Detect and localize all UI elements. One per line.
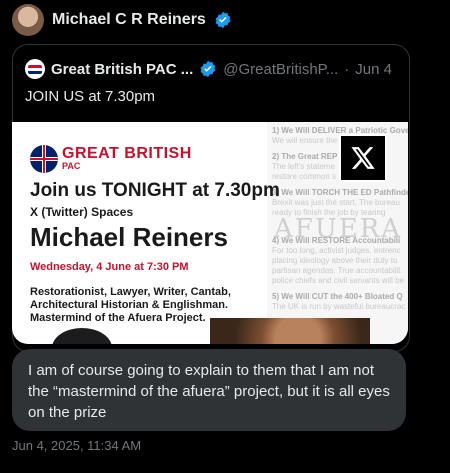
bg-line: Brexit was just the start. The bureau	[272, 198, 400, 207]
bg-line: 2) The Great REP	[272, 152, 338, 161]
promo-date: Wednesday, 4 June at 7:30 PM	[30, 261, 189, 273]
bg-line: For too long, activist judges, entrenc	[272, 246, 401, 255]
bg-line: 5) We Will CUT the 400+ Bloated Q	[272, 292, 403, 301]
bio-line: Architectural Historian & Englishman.	[30, 299, 229, 311]
verified-badge-icon	[215, 11, 231, 29]
promo-platform: X (Twitter) Spaces	[30, 205, 134, 219]
brand-sub: PAC	[62, 161, 81, 171]
promo-speaker: Michael Reiners	[30, 222, 228, 252]
promo-headline: Join us TONIGHT at 7.30pm	[30, 180, 280, 201]
quoted-post-text: JOIN US at 7.30pm	[25, 88, 156, 105]
bg-line: partisan agendas. True accountabilit	[272, 266, 401, 275]
author-avatar[interactable]	[12, 4, 44, 36]
quoted-verified-badge-icon	[200, 60, 216, 78]
bio-line: Restorationist, Lawyer, Writer, Cantab,	[30, 286, 231, 298]
quoted-author-handle[interactable]: @GreatBritishP...	[223, 61, 338, 78]
speaker-photo	[210, 318, 370, 344]
author-name[interactable]: Michael C R Reiners	[52, 11, 206, 29]
bg-line: 4) We Will RESTORE Accountabili	[272, 236, 401, 245]
quoted-post-header: Great British PAC ... @GreatBritishP... …	[25, 59, 392, 79]
bg-line: The UK is run by wasteful bureaucrac	[272, 302, 406, 311]
union-flag-icon	[30, 145, 58, 173]
bg-line: placing ideology above their duty to	[272, 256, 398, 265]
quoted-separator: ·	[344, 60, 350, 78]
quoted-post-date[interactable]: Jun 4	[355, 61, 392, 78]
brand-name: GREAT BRITISH	[62, 145, 192, 162]
great-british-pac-logo: GREAT BRITISH PAC	[30, 145, 192, 173]
x-logo-icon	[339, 134, 387, 182]
post-timestamp[interactable]: Jun 4, 2025, 11:34 AM	[12, 438, 141, 453]
bg-line: restore common s	[272, 172, 337, 181]
bg-line: We will ensure the	[272, 136, 338, 145]
microphone-graphic	[52, 328, 112, 344]
quoted-author-avatar[interactable]	[25, 59, 45, 79]
bg-line: 3) We Will TORCH THE ED Pathfinder	[272, 188, 408, 197]
bg-line: The left's stateme	[272, 162, 335, 171]
quoted-author-name[interactable]: Great British PAC ...	[51, 61, 193, 78]
reply-text-bubble: I am of course going to explain to them …	[12, 349, 406, 431]
bg-line: police chiefs and civil servants will be	[272, 276, 405, 285]
post-header: Michael C R Reiners	[12, 4, 232, 36]
promo-image[interactable]: 1) We Will DELIVER a Patriotic Gove We w…	[12, 122, 408, 344]
